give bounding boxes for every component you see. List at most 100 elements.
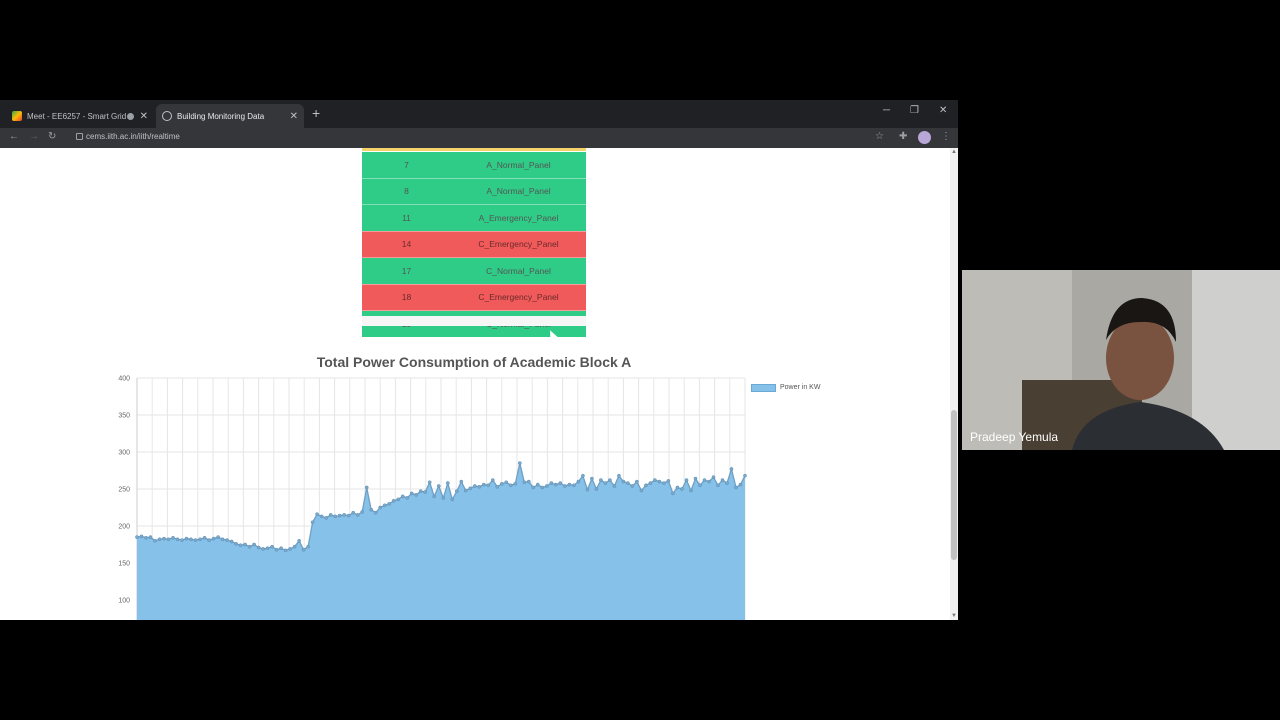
close-window-icon[interactable]: ✕ — [939, 105, 947, 116]
data-point — [594, 487, 599, 491]
url-field[interactable]: cems.iith.ac.in/iith/realtime — [86, 132, 180, 141]
data-point — [229, 539, 234, 544]
data-point — [657, 479, 662, 484]
data-point — [644, 483, 648, 488]
scroll-down-icon[interactable]: ▼ — [951, 613, 957, 619]
data-point — [463, 488, 468, 493]
data-point — [535, 482, 540, 487]
data-point — [680, 487, 684, 491]
data-point — [175, 537, 180, 542]
data-point — [364, 485, 369, 490]
data-point — [450, 497, 455, 502]
data-point — [684, 478, 689, 482]
scrollbar[interactable]: ▲ ▼ — [950, 148, 958, 620]
legend-swatch[interactable] — [751, 384, 776, 392]
data-point — [292, 544, 297, 549]
data-point — [432, 494, 437, 499]
y-tick-label: 150 — [118, 561, 130, 568]
scroll-thumb[interactable] — [951, 410, 957, 560]
data-point — [184, 536, 189, 541]
data-point — [220, 537, 225, 542]
extensions-icon[interactable]: ✚ — [899, 131, 907, 142]
data-point — [157, 537, 162, 542]
data-point — [603, 481, 608, 485]
y-tick-label: 200 — [118, 524, 130, 531]
data-point — [414, 493, 419, 497]
plus-icon[interactable]: + — [312, 105, 320, 121]
avatar[interactable] — [918, 131, 931, 144]
close-icon[interactable]: ✕ — [290, 111, 298, 122]
data-point — [734, 485, 738, 490]
data-point — [468, 486, 473, 491]
data-point — [189, 537, 193, 542]
data-point — [283, 548, 288, 553]
data-point — [162, 536, 166, 541]
data-point — [261, 547, 265, 551]
data-point — [531, 485, 536, 490]
data-point — [590, 476, 594, 481]
reload-icon[interactable]: ↻ — [48, 131, 56, 142]
data-point — [635, 479, 639, 484]
data-point — [418, 489, 423, 494]
data-point — [689, 488, 693, 493]
data-point — [522, 480, 527, 485]
data-point — [508, 483, 513, 488]
data-point — [207, 538, 211, 542]
tab-meet[interactable]: Meet - EE6257 - Smart Grid ✕ — [6, 104, 154, 128]
data-point — [171, 535, 175, 540]
participant-name: Pradeep Yemula — [970, 430, 1059, 444]
tab-building-monitoring[interactable]: Building Monitoring Data ✕ — [156, 104, 304, 128]
y-tick-label: 350 — [118, 413, 130, 420]
data-point — [630, 484, 635, 488]
close-icon[interactable]: ✕ — [140, 111, 148, 122]
data-point — [517, 461, 522, 465]
data-point — [599, 478, 603, 482]
y-tick-label: 300 — [118, 450, 130, 457]
restore-icon[interactable]: ❐ — [910, 105, 919, 116]
data-point — [400, 494, 405, 499]
data-point — [743, 473, 747, 478]
data-point — [148, 535, 153, 539]
lock-icon[interactable] — [76, 133, 83, 140]
data-point — [328, 513, 333, 517]
data-point — [288, 547, 292, 551]
y-tick-label: 100 — [118, 598, 130, 605]
back-icon[interactable]: ← — [9, 131, 19, 142]
data-point — [486, 483, 491, 488]
data-point — [716, 483, 720, 488]
data-point — [445, 481, 450, 485]
data-point — [378, 505, 383, 510]
recording-icon — [126, 112, 134, 120]
data-point — [333, 514, 338, 519]
data-point — [513, 481, 518, 486]
data-point — [166, 537, 171, 542]
participant-video-tile[interactable]: Pradeep Yemula — [962, 270, 1280, 450]
data-point — [454, 489, 459, 494]
data-point — [382, 503, 387, 508]
data-point — [563, 484, 567, 488]
data-point — [198, 537, 202, 542]
data-point — [396, 497, 401, 502]
data-point — [653, 478, 657, 482]
menu-icon[interactable]: ⋮ — [941, 131, 951, 142]
minimize-icon[interactable]: ─ — [883, 105, 890, 116]
legend-label: Power in KW — [780, 384, 821, 391]
data-point — [144, 535, 148, 540]
data-point — [373, 510, 378, 515]
data-point — [499, 481, 504, 486]
data-point — [472, 484, 477, 488]
data-point — [256, 545, 261, 550]
data-point — [581, 473, 585, 478]
forward-icon[interactable]: → — [29, 131, 39, 142]
star-icon[interactable]: ☆ — [875, 131, 884, 142]
data-point — [270, 544, 274, 549]
data-point — [648, 481, 653, 485]
data-point — [671, 491, 675, 496]
data-point — [252, 542, 256, 547]
data-point — [319, 514, 324, 519]
data-point — [693, 476, 698, 481]
data-point — [315, 512, 319, 517]
scroll-up-icon[interactable]: ▲ — [951, 149, 957, 155]
data-point — [720, 478, 725, 482]
data-point — [346, 513, 351, 518]
